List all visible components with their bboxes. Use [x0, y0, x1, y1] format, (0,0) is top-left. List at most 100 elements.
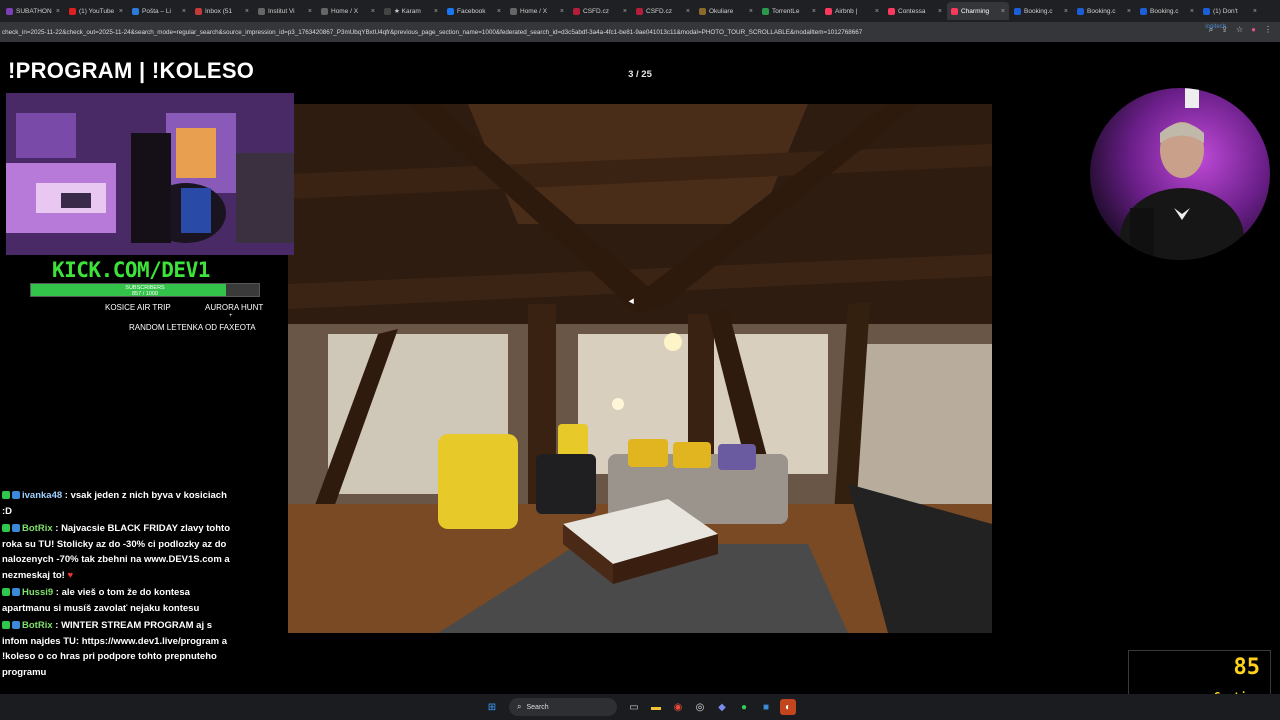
tab-title: ČSFD.cz [646, 7, 672, 15]
tab-close-icon[interactable]: × [1253, 8, 1257, 15]
browser-tab[interactable]: Institut Vi × [254, 2, 316, 20]
browser-tab[interactable]: ★ Karam × [380, 2, 442, 20]
tab-favicon-icon [636, 7, 643, 15]
tab-favicon-icon [321, 7, 328, 15]
tab-title: Booking.c [1150, 7, 1179, 15]
kick-badge-icon [2, 621, 10, 629]
tab-title: Contessa [898, 7, 926, 15]
browser-tab[interactable]: SUBATHON × [2, 2, 64, 20]
taskbar-search-placeholder: Search [526, 703, 549, 711]
tab-close-icon[interactable]: × [749, 8, 753, 15]
heart-emote-icon: ♥ [67, 569, 74, 581]
app-icon-blue[interactable]: ■ [758, 699, 774, 715]
spotify-icon[interactable]: ● [736, 699, 752, 715]
task-view-icon[interactable]: ▭ [626, 699, 642, 715]
tab-close-icon[interactable]: × [875, 8, 879, 15]
browser-tab[interactable]: Charming × [947, 2, 1009, 20]
tab-close-icon[interactable]: × [938, 8, 942, 15]
menu-icon[interactable]: ⋮ [1264, 25, 1272, 35]
tab-close-icon[interactable]: × [686, 8, 690, 15]
tab-title: (1) YouTube [79, 7, 115, 15]
subscriber-badge-icon [12, 621, 20, 629]
app-icon-orange[interactable]: ◐ [780, 699, 796, 715]
browser-tab[interactable]: ČSFD.cz × [569, 2, 631, 20]
tab-title: ★ Karam [394, 8, 421, 15]
browser-tab[interactable]: (1) Don't × [1199, 2, 1261, 20]
tab-favicon-icon [1014, 7, 1021, 15]
browser-tab[interactable]: Contessa × [884, 2, 946, 20]
tab-close-icon[interactable]: × [1001, 8, 1005, 15]
subscriber-goal-label: SUBSCRIBERS 857 / 1000 [125, 285, 165, 297]
tab-close-icon[interactable]: × [371, 8, 375, 15]
kick-badge-icon [2, 491, 10, 499]
tab-title: Booking.c [1087, 7, 1116, 15]
browser-tab[interactable]: Inbox (51 × [191, 2, 253, 20]
browser-tab[interactable]: (1) YouTube × [65, 2, 127, 20]
tab-close-icon[interactable]: × [245, 8, 249, 15]
browser-tab[interactable]: Facebook × [443, 2, 505, 20]
tab-close-icon[interactable]: × [119, 8, 123, 15]
room-camera-feed [6, 93, 294, 255]
tab-favicon-icon [132, 7, 139, 15]
obs-icon[interactable]: ◎ [692, 699, 708, 715]
tab-close-icon[interactable]: × [308, 8, 312, 15]
browser-tab[interactable]: Airbnb | × [821, 2, 883, 20]
chat-message: Hussi9 : ale vieš o tom že do kontesa ap… [2, 585, 230, 616]
stream-title: !PROGRAM | !KOLESO [8, 58, 255, 83]
streamer-webcam-illustration [1120, 88, 1244, 260]
browser-tab[interactable]: TorrentLe × [758, 2, 820, 20]
goal-plus: + [229, 313, 233, 319]
tab-close-icon[interactable]: × [560, 8, 564, 15]
kick-badge-icon [2, 588, 10, 596]
url-text[interactable]: check_in=2025-11-22&check_out=2025-11-24… [0, 29, 1170, 36]
tab-close-icon[interactable]: × [1127, 8, 1131, 15]
tab-favicon-icon [1077, 7, 1084, 15]
chat-username[interactable]: BotRix [22, 620, 53, 631]
browser-tab[interactable]: Booking.c × [1136, 2, 1198, 20]
browser-tab[interactable]: Okuliare × [695, 2, 757, 20]
tab-close-icon[interactable]: × [56, 8, 60, 15]
tab-close-icon[interactable]: × [182, 8, 186, 15]
bookmark-star-icon[interactable]: ☆ [1236, 25, 1243, 35]
file-explorer-icon[interactable]: ▬ [648, 699, 664, 715]
tab-favicon-icon [195, 7, 202, 15]
windows-start-icon[interactable]: ⊞ [484, 699, 500, 715]
tab-favicon-icon [573, 7, 580, 15]
tab-close-icon[interactable]: × [434, 8, 438, 15]
chat-username[interactable]: Hussi9 [22, 587, 53, 598]
chat-username[interactable]: ivanka48 [22, 490, 62, 501]
tab-favicon-icon [762, 7, 769, 15]
tab-favicon-icon [6, 7, 13, 15]
chrome-icon[interactable]: ◉ [670, 699, 686, 715]
chat-username[interactable]: BotRix [22, 523, 53, 534]
tab-close-icon[interactable]: × [1064, 8, 1068, 15]
taskbar-search[interactable]: ⌕ Search [509, 698, 617, 716]
caution-value: 85 [1233, 655, 1261, 680]
address-bar[interactable]: check_in=2025-11-22&check_out=2025-11-24… [0, 22, 1280, 42]
tab-close-icon[interactable]: × [812, 8, 816, 15]
browser-tab[interactable]: Booking.c × [1073, 2, 1135, 20]
tab-title: Facebook [457, 7, 486, 15]
browser-tab[interactable]: Home / X × [506, 2, 568, 20]
tab-close-icon[interactable]: × [497, 8, 501, 15]
browser-tab[interactable]: ČSFD.cz × [632, 2, 694, 20]
logitech-label: logitech [1205, 24, 1226, 30]
kick-channel-handle: KICK.COM/DEV1 [52, 258, 210, 282]
tab-close-icon[interactable]: × [1190, 8, 1194, 15]
tab-close-icon[interactable]: × [623, 8, 627, 15]
profile-icon[interactable]: ● [1251, 25, 1256, 35]
tab-title: Booking.c [1024, 7, 1053, 15]
tab-title: Charming [961, 7, 990, 15]
tab-title: Home / X [331, 7, 359, 15]
subscriber-badge-icon [12, 588, 20, 596]
subscriber-goal-bar: SUBSCRIBERS 857 / 1000 [30, 283, 260, 297]
search-icon: ⌕ [517, 702, 522, 711]
browser-tab[interactable]: Booking.c × [1010, 2, 1072, 20]
listing-photo[interactable] [288, 104, 992, 633]
tab-favicon-icon [699, 7, 706, 15]
browser-tab[interactable]: Pošta – Li × [128, 2, 190, 20]
tab-favicon-icon [510, 7, 517, 15]
windows-taskbar: ⊞ ⌕ Search ▭ ▬ ◉ ◎ ◆ ● ■ ◐ [0, 694, 1280, 720]
discord-icon[interactable]: ◆ [714, 699, 730, 715]
browser-tab[interactable]: Home / X × [317, 2, 379, 20]
